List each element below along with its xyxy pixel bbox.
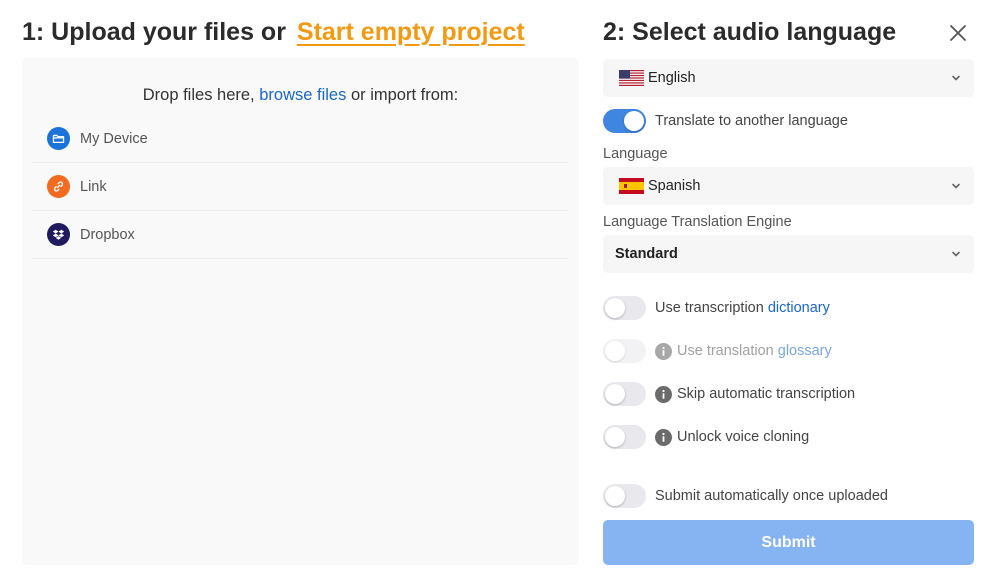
drop-instructions: Drop files here, browse files or import …: [22, 86, 579, 105]
drop-text-before: Drop files here,: [142, 86, 255, 104]
info-icon: [655, 428, 672, 446]
glossary-link[interactable]: glossary: [778, 343, 832, 359]
chevron-down-icon: [952, 75, 960, 81]
spain-flag-icon: [619, 178, 644, 194]
start-empty-project-link[interactable]: Start empty project: [297, 18, 525, 46]
glossary-toggle-row: Use translation glossary: [603, 339, 832, 363]
engine-value: Standard: [615, 246, 678, 262]
target-language-select[interactable]: Spanish: [603, 167, 974, 205]
skip-transcription-label: Skip automatic transcription: [677, 386, 856, 402]
language-title: 2: Select audio language: [603, 18, 897, 46]
glossary-toggle-label: Use translation glossary: [677, 343, 832, 359]
auto-submit-toggle-row: Submit automatically once uploaded: [603, 484, 888, 508]
import-sources-list: My Device Link Dropbox: [32, 115, 568, 259]
translate-toggle[interactable]: [603, 109, 646, 133]
browse-files-link[interactable]: browse files: [259, 86, 346, 104]
close-button[interactable]: [946, 21, 970, 45]
file-dropzone[interactable]: Drop files here, browse files or import …: [22, 58, 579, 565]
auto-submit-toggle[interactable]: [603, 484, 646, 508]
chevron-down-icon: [952, 251, 960, 257]
folder-icon: [47, 127, 70, 150]
engine-select[interactable]: Standard: [603, 235, 974, 273]
voice-cloning-label: Unlock voice cloning: [677, 429, 810, 445]
dictionary-label-text: Use transcription: [655, 300, 764, 316]
source-link[interactable]: Link: [32, 163, 568, 211]
translate-toggle-label: Translate to another language: [655, 113, 848, 129]
dictionary-link[interactable]: dictionary: [768, 300, 830, 316]
close-icon: [950, 25, 966, 41]
glossary-label-text: Use translation: [677, 343, 774, 359]
source-label: My Device: [80, 130, 148, 147]
voice-cloning-toggle-row: Unlock voice cloning: [603, 425, 809, 449]
source-label: Link: [80, 178, 107, 195]
source-my-device[interactable]: My Device: [32, 115, 568, 163]
engine-label: Language Translation Engine: [603, 214, 792, 230]
voice-cloning-toggle[interactable]: [603, 425, 646, 449]
dropbox-icon: [47, 223, 70, 246]
chevron-down-icon: [952, 183, 960, 189]
source-dropbox[interactable]: Dropbox: [32, 211, 568, 259]
target-language-value: Spanish: [648, 178, 701, 194]
us-flag-icon: [619, 70, 644, 86]
audio-language-select[interactable]: English: [603, 59, 974, 97]
translate-toggle-row: Translate to another language: [603, 109, 848, 133]
source-label: Dropbox: [80, 226, 135, 243]
audio-language-value: English: [648, 70, 696, 86]
dictionary-toggle[interactable]: [603, 296, 646, 320]
target-language-label: Language: [603, 146, 668, 162]
upload-title: 1: Upload your files or Start empty proj…: [22, 18, 525, 47]
auto-submit-label: Submit automatically once uploaded: [655, 488, 888, 504]
glossary-toggle[interactable]: [603, 339, 646, 363]
dictionary-toggle-row: Use transcription dictionary: [603, 296, 830, 320]
link-icon: [47, 175, 70, 198]
submit-button[interactable]: Submit: [603, 520, 974, 565]
skip-transcription-toggle-row: Skip automatic transcription: [603, 382, 855, 406]
drop-text-after: or import from:: [350, 86, 459, 104]
dictionary-toggle-label: Use transcription dictionary: [655, 300, 830, 316]
upload-title-text: 1: Upload your files or: [22, 18, 286, 46]
skip-transcription-toggle[interactable]: [603, 382, 646, 406]
info-icon: [655, 385, 672, 403]
info-icon: [655, 342, 672, 360]
